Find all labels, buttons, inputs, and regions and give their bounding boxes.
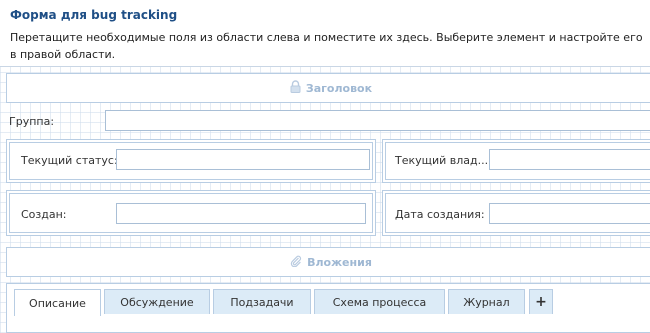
created-by-label: Создан: (21, 208, 67, 221)
tab-subtasks[interactable]: Подзадачи (213, 289, 311, 314)
tab-label: Обсуждение (120, 295, 194, 309)
header-band-label: Заголовок (305, 81, 373, 95)
created-by-input[interactable] (116, 203, 366, 224)
owner-input[interactable] (489, 149, 650, 170)
plus-icon: + (535, 294, 547, 310)
form-title: Форма для bug tracking (10, 8, 178, 22)
add-tab-button[interactable]: + (529, 289, 553, 314)
tab-label: Журнал (463, 295, 510, 309)
created-date-input[interactable] (489, 203, 650, 224)
attachments-band-label: Вложения (307, 255, 372, 269)
tab-label: Схема процесса (332, 295, 427, 309)
status-label: Текущий статус: (21, 154, 118, 167)
status-input[interactable] (116, 149, 370, 170)
group-label: Группа: (9, 115, 55, 128)
attachments-band[interactable]: Вложения (6, 247, 650, 277)
owner-label: Текущий влад... (395, 154, 489, 167)
tabs-container: Описание Обсуждение Подзадачи Схема проц… (6, 283, 650, 333)
tab-process-scheme[interactable]: Схема процесса (314, 289, 445, 314)
tab-description[interactable]: Описание (14, 289, 101, 316)
tab-log[interactable]: Журнал (448, 289, 525, 314)
tab-discussion[interactable]: Обсуждение (104, 289, 210, 314)
form-description: Перетащите необходимые поля из области с… (10, 31, 643, 61)
tab-label: Подзадачи (230, 295, 294, 309)
created-date-label: Дата создания: (395, 208, 485, 221)
tab-label: Описание (29, 296, 86, 310)
paperclip-icon (290, 255, 307, 270)
lock-icon (290, 80, 306, 96)
header-band[interactable]: Заголовок (6, 73, 650, 103)
group-input[interactable] (105, 110, 650, 131)
